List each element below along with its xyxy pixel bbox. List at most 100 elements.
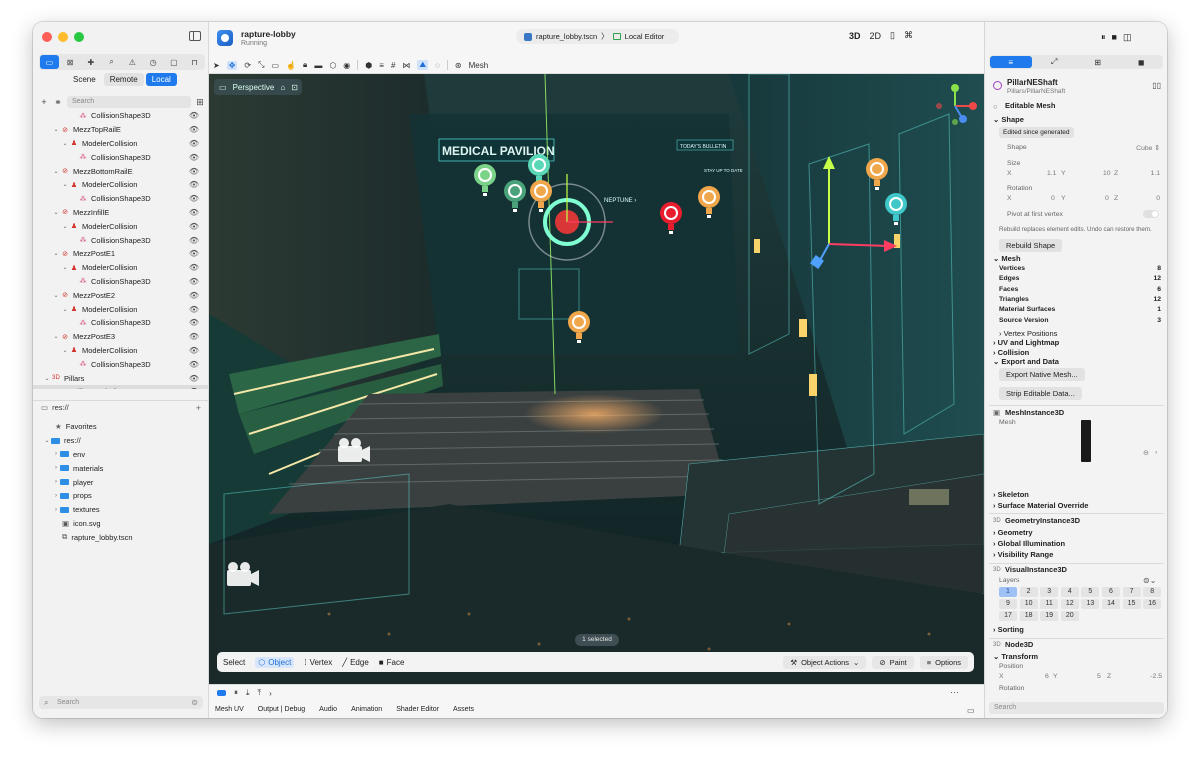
- chevron-right-icon[interactable]: ›: [52, 465, 60, 471]
- layer-toggle[interactable]: 7: [1122, 587, 1141, 597]
- chevron-down-icon[interactable]: ⌄: [43, 375, 51, 382]
- layer-toggle[interactable]: 18: [1019, 611, 1038, 621]
- perspective-menu[interactable]: ▭ Perspective ⌂ ⊡: [214, 79, 302, 95]
- folder-row[interactable]: › textures: [33, 503, 209, 517]
- visibility-eye-icon[interactable]: 👁︎: [189, 249, 199, 258]
- perspective-label[interactable]: Perspective: [233, 83, 275, 92]
- pause-icon[interactable]: ⏸: [234, 688, 238, 698]
- visibility-eye-icon[interactable]: 👁︎: [189, 387, 199, 389]
- step-out-icon[interactable]: ⤒: [258, 688, 262, 698]
- tree-row[interactable]: ⌄ ⊘ MezzBottomRailE 👁︎: [33, 164, 209, 178]
- surface-override-row[interactable]: › Surface Material Override: [993, 501, 1088, 510]
- geometry-row[interactable]: › Geometry: [993, 528, 1033, 537]
- chevron-down-icon[interactable]: ⌄: [52, 292, 60, 299]
- visibility-eye-icon[interactable]: 👁︎: [189, 194, 199, 203]
- res-root-row[interactable]: ⌄ res://: [33, 434, 209, 448]
- tree-row[interactable]: ⌄ ⊘ MezzTopRailE 👁︎: [33, 123, 209, 137]
- layer-toggle[interactable]: 20: [1060, 611, 1079, 621]
- tab-animation[interactable]: Animation: [351, 706, 382, 713]
- visibility-eye-icon[interactable]: 👁︎: [189, 125, 199, 134]
- close-window-button[interactable]: [42, 32, 52, 42]
- tree-row[interactable]: ⁂ CollisionShape3D 👁︎: [33, 316, 209, 330]
- home-icon[interactable]: ⌂: [280, 83, 285, 92]
- select-tool-icon[interactable]: ➤: [213, 61, 220, 70]
- chevron-right-icon[interactable]: ›: [1155, 449, 1157, 456]
- search-icon[interactable]: ⌕: [102, 55, 121, 69]
- light-marker-icon[interactable]: [881, 191, 911, 231]
- transform-row[interactable]: ⌄ Transform: [993, 652, 1038, 661]
- pivot-toggle[interactable]: [1143, 210, 1159, 218]
- visibility-eye-icon[interactable]: 👁︎: [189, 236, 199, 245]
- layer-toggle[interactable]: 9: [999, 599, 1017, 609]
- layer-toggle[interactable]: 5: [1081, 587, 1100, 597]
- export-data-row[interactable]: ⌄ Export and Data: [993, 357, 1059, 366]
- mode-vertex[interactable]: ⁞ Vertex: [304, 658, 332, 667]
- uv-lightmap-row[interactable]: › UV and Lightmap: [993, 338, 1059, 347]
- environment-icon[interactable]: ⛰: [417, 60, 429, 70]
- pointer-icon[interactable]: ☝: [286, 61, 296, 70]
- tree-row[interactable]: ⌄ ⊘ MezzInfillE 👁︎: [33, 206, 209, 220]
- visibility-eye-icon[interactable]: 👁︎: [189, 346, 199, 355]
- tree-row[interactable]: ⁂ CollisionShape3D 👁︎: [33, 275, 209, 289]
- visibility-eye-icon[interactable]: 👁︎: [189, 153, 199, 162]
- position-z-value[interactable]: -2.5: [1150, 673, 1162, 680]
- add-node-icon[interactable]: +: [39, 97, 49, 107]
- tab-local[interactable]: Local: [145, 73, 177, 86]
- tree-row[interactable]: ⁂ CollisionShape3D 👁︎: [33, 109, 209, 123]
- chevron-right-icon[interactable]: ›: [52, 451, 60, 457]
- tree-row[interactable]: ⌄ ♟ ModelerCollision 👁︎: [33, 137, 209, 151]
- light-marker-icon[interactable]: [656, 200, 686, 240]
- chevron-down-icon[interactable]: ⌄: [61, 306, 69, 313]
- view-3d-button[interactable]: 3D: [849, 31, 861, 41]
- signals-tab-icon[interactable]: ⤢: [1034, 56, 1076, 68]
- mesh-section[interactable]: ⌄ Mesh: [993, 254, 1021, 263]
- scene-search-input[interactable]: Search: [67, 96, 191, 108]
- chevron-right-icon[interactable]: ›: [52, 479, 60, 485]
- gamepad-icon[interactable]: ⌘: [904, 30, 913, 41]
- sidebar-toggle-icon[interactable]: [189, 31, 201, 41]
- warning-icon[interactable]: ⚠: [123, 55, 142, 69]
- tree-row[interactable]: ⁂ CollisionShape3D 👁︎: [33, 357, 209, 371]
- script-icon[interactable]: ▯: [890, 30, 895, 41]
- bag-tab-icon[interactable]: ◼: [1121, 56, 1163, 68]
- node-add-icon[interactable]: ✚: [82, 55, 101, 69]
- move-tool-icon[interactable]: ✥: [226, 60, 238, 70]
- link-icon[interactable]: ⚭: [53, 97, 63, 108]
- light-marker-icon[interactable]: [694, 184, 724, 224]
- visibility-eye-icon[interactable]: 👁︎: [189, 318, 199, 327]
- chevron-down-icon[interactable]: ⌄: [61, 223, 69, 230]
- layer-toggle[interactable]: 6: [1101, 587, 1120, 597]
- chevron-down-icon[interactable]: ⌄: [61, 347, 69, 354]
- chevron-right-icon[interactable]: ›: [52, 507, 60, 513]
- tree-row[interactable]: ⌄ ♟ ModelerCollision 👁︎: [33, 302, 209, 316]
- 3d-viewport[interactable]: MEDICAL PAVILION TODAY'S BULLETIN STAY U…: [209, 74, 984, 704]
- camera-gizmo-icon[interactable]: [334, 434, 374, 468]
- layer-toggle[interactable]: 12: [1060, 599, 1079, 609]
- tree-row[interactable]: ⌄ ⊘ MezzPostE2 👁︎: [33, 288, 209, 302]
- box-select-icon[interactable]: ▭: [272, 61, 280, 70]
- visibility-eye-icon[interactable]: 👁︎: [189, 374, 199, 383]
- inspector-search-input[interactable]: Search: [989, 702, 1164, 714]
- filter-icon[interactable]: ⊞: [195, 97, 205, 108]
- light-marker-icon[interactable]: [862, 156, 892, 196]
- record-icon[interactable]: [217, 690, 226, 696]
- folder-row[interactable]: › props: [33, 489, 209, 503]
- favorites-row[interactable]: ★ Favorites: [33, 420, 209, 434]
- size-z-value[interactable]: 1.1: [1151, 170, 1160, 177]
- collision-row[interactable]: › Collision: [993, 348, 1029, 357]
- lock-icon[interactable]: 🔒︎: [303, 60, 307, 70]
- minimize-window-button[interactable]: [58, 32, 68, 42]
- mode-edge[interactable]: ╱ Edge: [342, 658, 369, 667]
- chevron-down-icon[interactable]: ⌄: [52, 250, 60, 257]
- tree-row[interactable]: ⌄ ⊘ MezzPostE3 👁︎: [33, 330, 209, 344]
- layer-toggle[interactable]: 15: [1122, 599, 1141, 609]
- visibility-eye-icon[interactable]: 👁︎: [189, 305, 199, 314]
- docs-icon[interactable]: ▯▯: [1152, 81, 1161, 90]
- tag-icon[interactable]: ▢: [165, 55, 184, 69]
- chevron-down-icon[interactable]: ⌄: [61, 181, 69, 188]
- tab-assets[interactable]: Assets: [453, 706, 474, 713]
- visibility-eye-icon[interactable]: 👁︎: [189, 167, 199, 176]
- folder-row[interactable]: › env: [33, 448, 209, 462]
- visibility-eye-icon[interactable]: 👁︎: [189, 263, 199, 272]
- mode-object[interactable]: ⬡ Object: [255, 656, 295, 668]
